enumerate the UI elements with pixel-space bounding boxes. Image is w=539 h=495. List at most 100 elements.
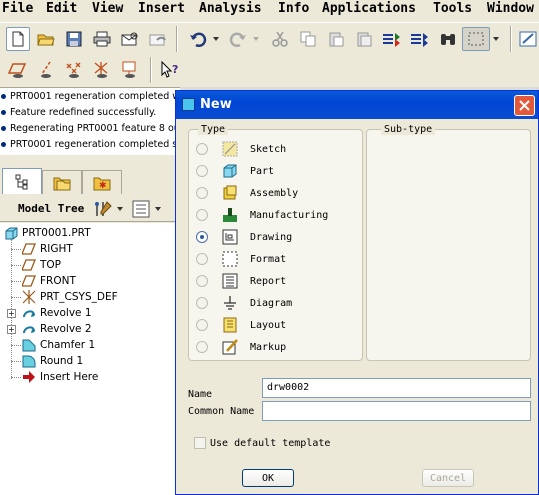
radio-layout[interactable] [196, 319, 208, 331]
annotation-display-button[interactable] [118, 58, 142, 82]
common-name-label: Common Name [188, 406, 255, 417]
datum-plane-display-button[interactable] [6, 58, 30, 82]
tree-item-front[interactable]: FRONT [22, 273, 76, 289]
type-option-layout[interactable]: Layout [196, 316, 286, 334]
redo-dropdown-button[interactable] [250, 27, 262, 51]
view-button[interactable] [516, 27, 539, 51]
tree-item-right[interactable]: RIGHT [22, 241, 73, 257]
menu-info[interactable]: Info [278, 1, 309, 16]
tree-show-button[interactable] [130, 197, 152, 221]
regen-manager-button[interactable] [408, 27, 432, 51]
radio-drawing[interactable] [196, 231, 208, 243]
info-dot-icon [1, 125, 6, 131]
send-link-button[interactable] [146, 27, 170, 51]
tree-item-revolve-2[interactable]: Revolve 2 [22, 321, 92, 337]
tab-model-tree[interactable] [2, 168, 42, 194]
mail-attachment-icon [121, 32, 138, 46]
context-help-button[interactable]: ? [158, 58, 182, 82]
tree-item-prt-csys-def[interactable]: PRT_CSYS_DEF [22, 289, 118, 305]
select-box-button[interactable] [462, 27, 490, 51]
tree-settings-dropdown[interactable] [114, 197, 126, 221]
message-line: PRT0001 regeneration completed succes [0, 136, 180, 152]
radio-diagram[interactable] [196, 297, 208, 309]
message-area: PRT0001 regeneration completed with 2 Fe… [0, 87, 180, 155]
select-dropdown-button[interactable] [490, 27, 502, 51]
tree-item-revolve-1[interactable]: Revolve 1 [22, 305, 92, 321]
radio-report[interactable] [196, 275, 208, 287]
chevron-down-icon [117, 207, 123, 211]
datum-plane-icon [22, 274, 36, 288]
type-option-format[interactable]: Format [196, 250, 286, 268]
type-option-drawing[interactable]: Drawing [196, 228, 292, 246]
menu-analysis[interactable]: Analysis [199, 1, 262, 16]
menu-applications[interactable]: Applications [322, 1, 416, 16]
menu-tools[interactable]: Tools [433, 1, 472, 16]
datum-plane-icon [22, 258, 36, 272]
name-label: Name [188, 389, 213, 400]
regenerate-button[interactable] [380, 27, 404, 51]
datum-plane-icon [22, 242, 36, 256]
tree-item-prt0001[interactable]: PRT0001.PRT [4, 225, 91, 241]
type-option-diagram[interactable]: Diagram [196, 294, 292, 312]
menu-insert[interactable]: Insert [138, 1, 185, 16]
name-input[interactable]: drw0002 [262, 378, 531, 398]
csys-display-button[interactable] [90, 58, 114, 82]
type-option-markup[interactable]: Markup [196, 338, 286, 356]
type-option-part[interactable]: Part [196, 162, 274, 180]
open-folder-icon [37, 34, 55, 46]
menu-window[interactable]: Window [487, 1, 534, 16]
radio-format[interactable] [196, 253, 208, 265]
open-file-button[interactable] [34, 27, 58, 51]
menu-view[interactable]: View [92, 1, 123, 16]
undo-dropdown-button[interactable] [210, 27, 222, 51]
insert-arrow-icon [22, 370, 36, 384]
radio-part[interactable] [196, 165, 208, 177]
undo-button[interactable] [186, 27, 210, 51]
send-mail-button[interactable] [118, 27, 142, 51]
find-button[interactable] [436, 27, 460, 51]
dialog-close-button[interactable] [514, 95, 535, 116]
copy-button[interactable] [296, 27, 320, 51]
tree-show-dropdown[interactable] [152, 197, 164, 221]
use-default-template-checkbox[interactable] [194, 437, 206, 449]
new-file-button[interactable] [6, 27, 30, 51]
datum-point-display-button[interactable] [62, 58, 86, 82]
tree-item-chamfer-1[interactable]: Chamfer 1 [22, 337, 95, 353]
model-tree-title: Model Tree [18, 202, 85, 215]
print-button[interactable] [90, 27, 114, 51]
type-option-sketch[interactable]: Sketch [196, 140, 286, 158]
tree-connector [11, 281, 21, 282]
radio-manufacturing[interactable] [196, 209, 208, 221]
paste-special-button[interactable] [352, 27, 376, 51]
part-icon [4, 226, 18, 240]
menu-file[interactable]: File [2, 1, 33, 16]
toolbar-separator [176, 26, 178, 52]
svg-text:✱: ✱ [99, 181, 107, 191]
tree-item-insert-here[interactable]: Insert Here [22, 369, 98, 385]
copy-icon [300, 31, 316, 47]
tab-favorites[interactable]: ✱ [82, 170, 122, 194]
cancel-button[interactable]: Cancel [422, 469, 474, 487]
tree-settings-button[interactable] [92, 197, 114, 221]
type-option-report[interactable]: Report [196, 272, 286, 290]
expand-toggle-revolve-2[interactable]: + [7, 325, 16, 334]
tree-item-round-1[interactable]: Round 1 [22, 353, 83, 369]
use-default-template-label: Use default template [210, 438, 331, 449]
redo-button[interactable] [226, 27, 250, 51]
scissors-icon [272, 31, 288, 47]
type-option-manufacturing[interactable]: Manufacturing [196, 206, 328, 224]
menu-edit[interactable]: Edit [46, 1, 77, 16]
save-button[interactable] [62, 27, 86, 51]
radio-assembly[interactable] [196, 187, 208, 199]
common-name-input[interactable] [262, 401, 531, 421]
radio-sketch[interactable] [196, 143, 208, 155]
datum-axis-display-button[interactable] [34, 58, 58, 82]
radio-markup[interactable] [196, 341, 208, 353]
type-option-assembly[interactable]: Assembly [196, 184, 298, 202]
cut-button[interactable] [268, 27, 292, 51]
ok-button[interactable]: OK [242, 469, 294, 487]
tab-folder-browser[interactable] [42, 170, 82, 194]
paste-button[interactable] [324, 27, 348, 51]
expand-toggle-revolve-1[interactable]: + [7, 309, 16, 318]
tree-item-top[interactable]: TOP [22, 257, 61, 273]
